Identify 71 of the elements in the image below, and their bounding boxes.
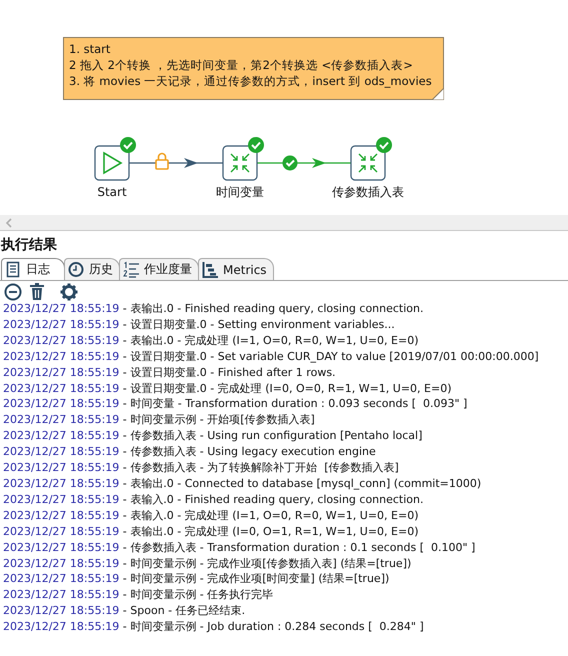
log-timestamp: 2023/12/27 18:55:19 [3,588,120,602]
log-message: - 设置日期变量.0 - Set variable CUR_DAY to value [2019/07/01 00:00:00.000] [122,350,539,363]
notepad-icon [5,261,22,278]
log-message: - 表输出.0 - Finished reading query, closing connection. [122,302,424,315]
log-timestamp: 2023/12/27 18:55:19 [3,620,120,634]
log-message: - 时间变量示例 - 开始项[传参数插入表] [122,413,315,426]
log-message: - 表输入.0 - 完成处理 (I=1, O=0, R=0, W=1, U=0, E=0) [122,508,418,522]
note-text: 3. 将 movies 一天记录，通过传参数的方式，insert 到 ods_movies [69,73,433,89]
log-timestamp: 2023/12/27 18:55:19 [3,429,120,442]
log-timestamp: 2023/12/27 18:55:19 [3,556,120,570]
log-timestamp: 2023/12/27 18:55:19 [3,350,120,363]
settings-icon[interactable] [60,283,78,301]
numbered-list-icon [123,261,140,278]
tab[interactable]: 日志 [1,258,65,280]
panel-title: 执行结果 [0,236,57,255]
log-timestamp: 2023/12/27 18:55:19 [3,540,120,554]
log-timestamp: 2023/12/27 18:55:19 [3,318,120,331]
play-icon [103,152,123,174]
node-label: 时间变量 [216,185,264,199]
node-label: 传参数插入表 [332,185,404,199]
tab[interactable]: 作业度量 [119,258,199,280]
clock-icon [68,261,85,278]
horizontal-scrollbar[interactable] [0,215,568,231]
transformation-node[interactable] [350,145,386,181]
note-text: 2 拖入 2个转换 ，先选时间变量，第2个转换选 <传参数插入表> [69,57,414,73]
log-timestamp: 2023/12/27 18:55:19 [3,366,120,379]
arrows-inward-icon [230,153,250,173]
log-timestamp: 2023/12/27 18:55:19 [3,524,120,538]
log-message: - 时间变量示例 - Job duration : 0.284 seconds [ 0.284" ] [122,620,424,634]
trash-icon[interactable] [29,283,45,301]
log-message: - 时间变量示例 - 任务执行完毕 [122,588,274,602]
log-message: - 时间变量 - Transformation duration : 0.093 seconds [ 0.093" ] [122,397,468,410]
log-timestamp: 2023/12/27 18:55:19 [3,604,120,618]
log-timestamp: 2023/12/27 18:55:19 [3,413,120,426]
log-message: - 设置日期变量.0 - 完成处理 (I=0, O=0, R=1, W=1, U=0, E=0) [122,382,452,395]
check-icon [282,156,298,170]
log-timestamp: 2023/12/27 18:55:19 [3,445,120,458]
log-message: - 时间变量示例 - 完成作业项[时间变量] (结果=[true]) [122,572,390,586]
log-timestamp: 2023/12/27 18:55:19 [3,397,120,410]
log-message: - 传参数插入表 - Transformation duration : 0.1 seconds [ 0.100" ] [122,540,476,554]
log-message: - Spoon - 任务已经结束. [122,604,246,618]
tab[interactable]: 历史 [64,258,120,280]
log-message: - 表输出.0 - 完成处理 (I=1, O=0, R=0, W=1, U=0, E=0) [122,334,418,347]
start-node[interactable] [94,145,130,181]
log-message: - 传参数插入表 - Using run configuration [Pentaho local] [122,429,422,442]
log-message: - 设置日期变量.0 - Setting environment variables... [122,318,395,331]
log-message: - 时间变量示例 - 完成作业项[传参数插入表] (结果=[true]) [122,556,412,570]
transformation-node[interactable] [222,145,258,181]
log-message: - 表输出.0 - 完成处理 (I=0, O=1, R=1, W=1, U=0, E=0) [122,524,418,538]
log-timestamp: 2023/12/27 18:55:19 [3,334,120,347]
node-label: Start [97,185,127,199]
log-message: - 表输入.0 - Finished reading query, closing connection. [122,492,424,506]
arrows-inward-icon [358,153,378,173]
lock-icon [155,152,169,170]
note-text: 1. start [69,41,112,57]
log-timestamp: 2023/12/27 18:55:19 [3,476,120,490]
log-message: - 设置日期变量.0 - Finished after 1 rows. [122,366,336,379]
bar-chart-icon [202,261,219,278]
tab[interactable]: Metrics [198,258,274,280]
log-timestamp: 2023/12/27 18:55:19 [3,382,120,395]
log-timestamp: 2023/12/27 18:55:19 [3,461,120,474]
log-timestamp: 2023/12/27 18:55:19 [3,302,120,315]
log-message: - 传参数插入表 - 为了转换解除补丁开始 [传参数插入表] [122,461,399,474]
log-timestamp: 2023/12/27 18:55:19 [3,572,120,586]
log-timestamp: 2023/12/27 18:55:19 [3,508,120,522]
hop-arrow[interactable] [129,158,223,168]
log-message: - 传参数插入表 - Using legacy execution engine [122,445,376,458]
stop-icon[interactable] [4,283,22,301]
hop-arrow[interactable] [257,158,351,168]
log-message: - 表输出.0 - Connected to database [mysql_conn] (commit=1000) [122,476,482,490]
log-timestamp: 2023/12/27 18:55:19 [3,492,120,506]
